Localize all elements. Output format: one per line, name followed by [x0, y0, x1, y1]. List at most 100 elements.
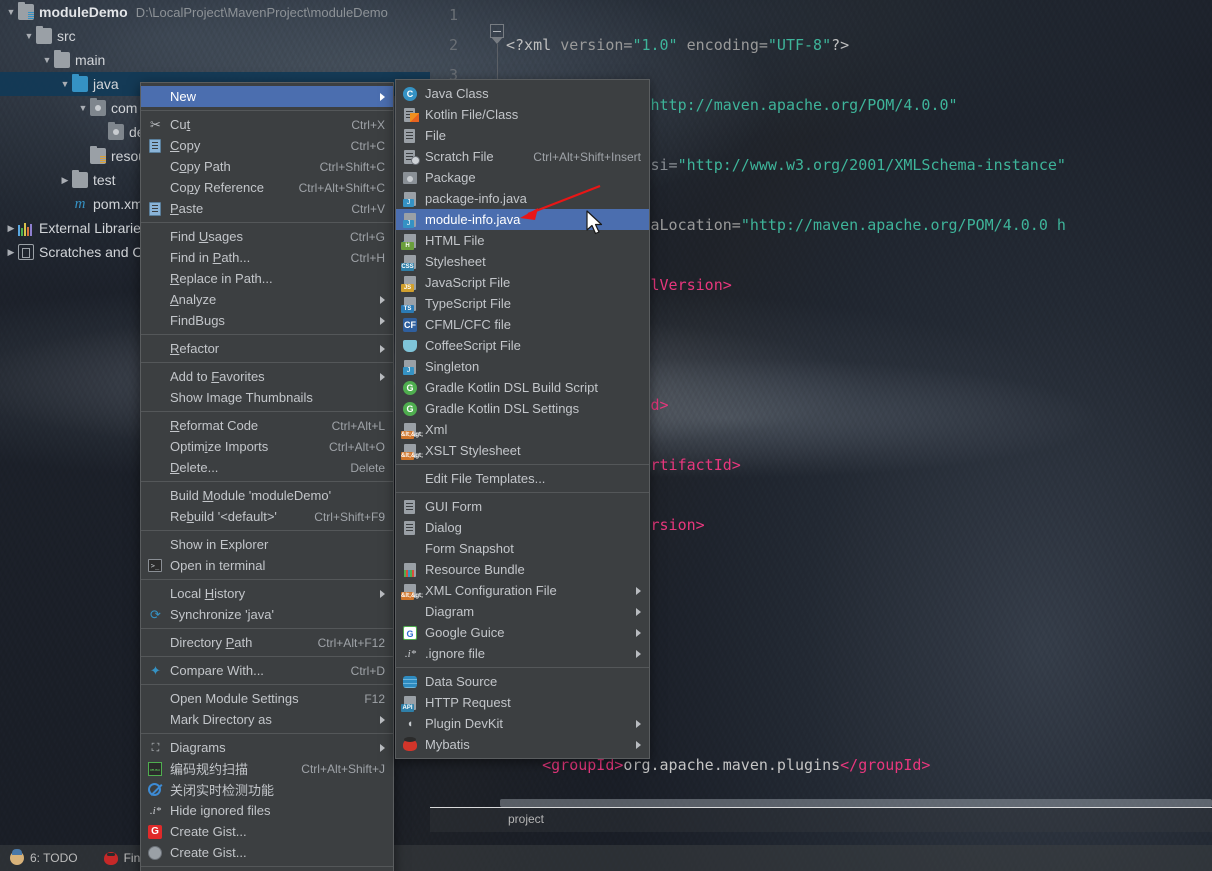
menu-item[interactable]: JS JavaScript File: [396, 272, 649, 293]
menu-item[interactable]: Rebuild '<default>' Ctrl+Shift+F9: [141, 506, 393, 527]
menu-separator: [141, 866, 393, 867]
menu-item[interactable]: .i* Hide ignored files: [141, 800, 393, 821]
menu-item[interactable]: API HTTP Request: [396, 692, 649, 713]
menu-item-label: HTTP Request: [425, 695, 511, 710]
menu-item[interactable]: Optimize Imports Ctrl+Alt+O: [141, 436, 393, 457]
menu-separator: [141, 656, 393, 657]
tree-row[interactable]: ▼ moduleDemo D:\LocalProject\MavenProject\…: [0, 0, 430, 24]
menu-item[interactable]: Find in Path... Ctrl+H: [141, 247, 393, 268]
menu-item[interactable]: Local History: [141, 583, 393, 604]
resource-bundle-icon: [402, 562, 419, 578]
menu-item[interactable]: Resource Bundle: [396, 559, 649, 580]
menu-item[interactable]: Copy Reference Ctrl+Alt+Shift+C: [141, 177, 393, 198]
menu-item[interactable]: Delete... Delete: [141, 457, 393, 478]
menu-item[interactable]: Replace in Path...: [141, 268, 393, 289]
editor-markup-scrollbar[interactable]: [1200, 0, 1212, 815]
menu-item-label: FindBugs: [170, 313, 225, 328]
menu-item[interactable]: 编码规约扫描 Ctrl+Alt+Shift+J: [141, 758, 393, 779]
menu-item[interactable]: Form Snapshot: [396, 538, 649, 559]
menu-item[interactable]: File: [396, 125, 649, 146]
menu-item[interactable]: New: [141, 86, 393, 107]
menu-item-label: Open Module Settings: [170, 691, 299, 706]
menu-item-label: CFML/CFC file: [425, 317, 511, 332]
chevron-right-icon[interactable]: ▶: [4, 216, 18, 240]
tree-row[interactable]: ▼ src: [0, 24, 430, 48]
menu-item[interactable]: Data Source: [396, 671, 649, 692]
status-item-todo[interactable]: 6: TODO: [10, 849, 78, 865]
menu-item[interactable]: Show Image Thumbnails: [141, 387, 393, 408]
menu-item[interactable]: C Java Class: [396, 83, 649, 104]
tree-row[interactable]: ▼ main: [0, 48, 430, 72]
menu-item[interactable]: ✂ Cut Ctrl+X: [141, 114, 393, 135]
menu-item[interactable]: CoffeeScript File: [396, 335, 649, 356]
menu-item[interactable]: 关闭实时检测功能: [141, 779, 393, 800]
menu-item[interactable]: G Gradle Kotlin DSL Settings: [396, 398, 649, 419]
menu-item[interactable]: &lt;&gt; XML Configuration File: [396, 580, 649, 601]
tree-row-label: src: [57, 28, 76, 44]
todo-icon: [10, 849, 24, 865]
menu-item[interactable]: Singleton: [396, 356, 649, 377]
chevron-right-icon[interactable]: ▶: [58, 168, 72, 192]
new-submenu[interactable]: C Java Class Kotlin File/Class File Scratch …: [395, 79, 650, 759]
chevron-down-icon[interactable]: ▼: [4, 0, 18, 24]
chevron-down-icon[interactable]: ▼: [58, 72, 72, 96]
breadcrumb-item-project[interactable]: project: [508, 812, 544, 826]
menu-item[interactable]: Mybatis: [396, 734, 649, 755]
menu-item[interactable]: CF CFML/CFC file: [396, 314, 649, 335]
menu-item[interactable]: Copy Ctrl+C: [141, 135, 393, 156]
chevron-right-icon[interactable]: ▶: [4, 240, 18, 264]
menu-item[interactable]: Analyze: [141, 289, 393, 310]
menu-item[interactable]: Add to Favorites: [141, 366, 393, 387]
chevron-down-icon[interactable]: ▼: [40, 48, 54, 72]
libraries-icon: [18, 220, 34, 236]
menu-item[interactable]: Find Usages Ctrl+G: [141, 226, 393, 247]
gradle-icon: G: [402, 401, 419, 417]
menu-item[interactable]: package-info.java: [396, 188, 649, 209]
fold-collapse-icon[interactable]: [490, 24, 504, 38]
menu-item[interactable]: module-info.java: [396, 209, 649, 230]
breadcrumb-bar[interactable]: project: [430, 807, 1212, 832]
menu-item[interactable]: H HTML File: [396, 230, 649, 251]
submenu-arrow-icon: [380, 589, 385, 598]
menu-item[interactable]: GUI Form: [396, 496, 649, 517]
menu-item[interactable]: &lt;&gt; Xml: [396, 419, 649, 440]
context-menu[interactable]: New ✂ Cut Ctrl+X Copy Ctrl+C Copy Path Ctrl+Shi…: [140, 82, 394, 871]
menu-item[interactable]: Reformat Code Ctrl+Alt+L: [141, 415, 393, 436]
menu-item[interactable]: Edit File Templates...: [396, 468, 649, 489]
menu-item[interactable]: ◖ Plugin DevKit: [396, 713, 649, 734]
menu-item[interactable]: Mark Directory as: [141, 709, 393, 730]
menu-item[interactable]: Paste Ctrl+V: [141, 198, 393, 219]
menu-item[interactable]: Scratch File Ctrl+Alt+Shift+Insert: [396, 146, 649, 167]
menu-item[interactable]: Show in Explorer: [141, 534, 393, 555]
menu-item[interactable]: Create Gist...: [141, 842, 393, 863]
menu-item[interactable]: G Gradle Kotlin DSL Build Script: [396, 377, 649, 398]
menu-item[interactable]: ✦ Compare With... Ctrl+D: [141, 660, 393, 681]
chevron-down-icon[interactable]: ▼: [22, 24, 36, 48]
menu-item[interactable]: Kotlin File/Class: [396, 104, 649, 125]
chevron-down-icon[interactable]: ▼: [76, 96, 90, 120]
menu-item[interactable]: ⛶ Diagrams: [141, 737, 393, 758]
menu-item[interactable]: &lt;&gt; XSLT Stylesheet: [396, 440, 649, 461]
menu-item-label: Reformat Code: [170, 418, 259, 433]
editor-horizontal-scrollbar[interactable]: [500, 799, 1212, 807]
menu-item[interactable]: Copy Path Ctrl+Shift+C: [141, 156, 393, 177]
menu-item[interactable]: FindBugs: [141, 310, 393, 331]
menu-item[interactable]: Dialog: [396, 517, 649, 538]
menu-item[interactable]: G Google Guice: [396, 622, 649, 643]
menu-item[interactable]: G Create Gist...: [141, 821, 393, 842]
tree-row-label: com: [111, 100, 138, 116]
tree-row-label: Scratches and C: [39, 244, 143, 260]
menu-icon-placeholder: [147, 509, 164, 525]
menu-item[interactable]: CSS Stylesheet: [396, 251, 649, 272]
menu-item[interactable]: Refactor: [141, 338, 393, 359]
menu-item[interactable]: Open Module Settings F12: [141, 688, 393, 709]
menu-item[interactable]: Package: [396, 167, 649, 188]
menu-item[interactable]: ⟳ Synchronize 'java': [141, 604, 393, 625]
menu-item[interactable]: Directory Path Ctrl+Alt+F12: [141, 632, 393, 653]
menu-item[interactable]: >_ Open in terminal: [141, 555, 393, 576]
menu-item[interactable]: TS TypeScript File: [396, 293, 649, 314]
menu-item[interactable]: .i* .ignore file: [396, 643, 649, 664]
menu-item[interactable]: Build Module 'moduleDemo': [141, 485, 393, 506]
menu-item[interactable]: Diagram: [396, 601, 649, 622]
ignore-icon: .i*: [404, 647, 417, 660]
